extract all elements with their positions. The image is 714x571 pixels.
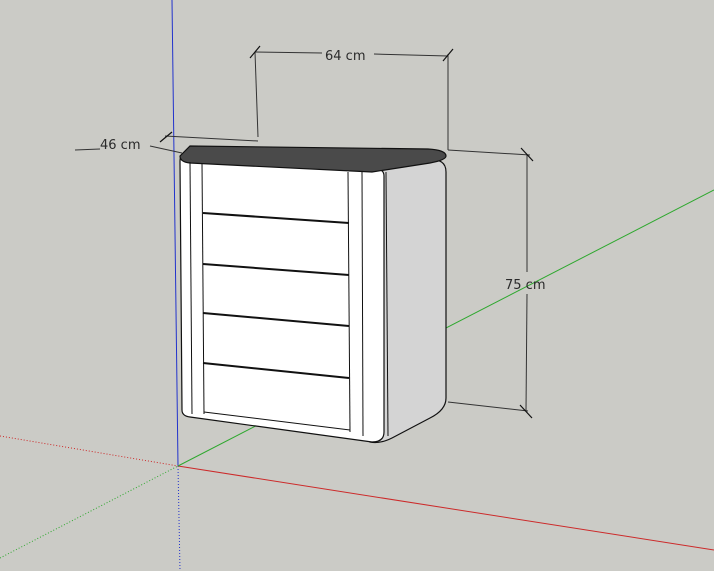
depth-dim-line-right [149, 145, 183, 154]
height-dim-line-bottom [525, 293, 528, 412]
cabinet-front-frame [179, 155, 385, 443]
width-dim-line-left [254, 51, 323, 54]
depth-label: 46 cm [100, 138, 141, 153]
depth-extension [164, 135, 259, 142]
green-axis-dotted [0, 465, 179, 559]
red-axis-dotted [0, 435, 179, 467]
width-dim-line-right [373, 53, 449, 57]
depth-dim-line [74, 148, 101, 151]
height-extension-bottom [447, 401, 529, 412]
modeling-viewport[interactable]: 64 cm 46 cm 75 cm [0, 0, 714, 571]
cabinet-model[interactable] [179, 145, 447, 444]
depth-tick [159, 131, 173, 143]
3d-scene[interactable]: 64 cm 46 cm 75 cm [0, 0, 714, 571]
blue-axis [171, 0, 179, 467]
height-label: 75 cm [505, 278, 546, 293]
blue-axis-dotted [177, 465, 181, 571]
width-extension-left [254, 51, 259, 138]
height-dimension[interactable]: 75 cm [447, 147, 546, 419]
width-dimension[interactable]: 64 cm [249, 45, 454, 150]
height-extension-top [447, 149, 531, 156]
width-label: 64 cm [325, 49, 366, 64]
red-axis [177, 465, 714, 551]
